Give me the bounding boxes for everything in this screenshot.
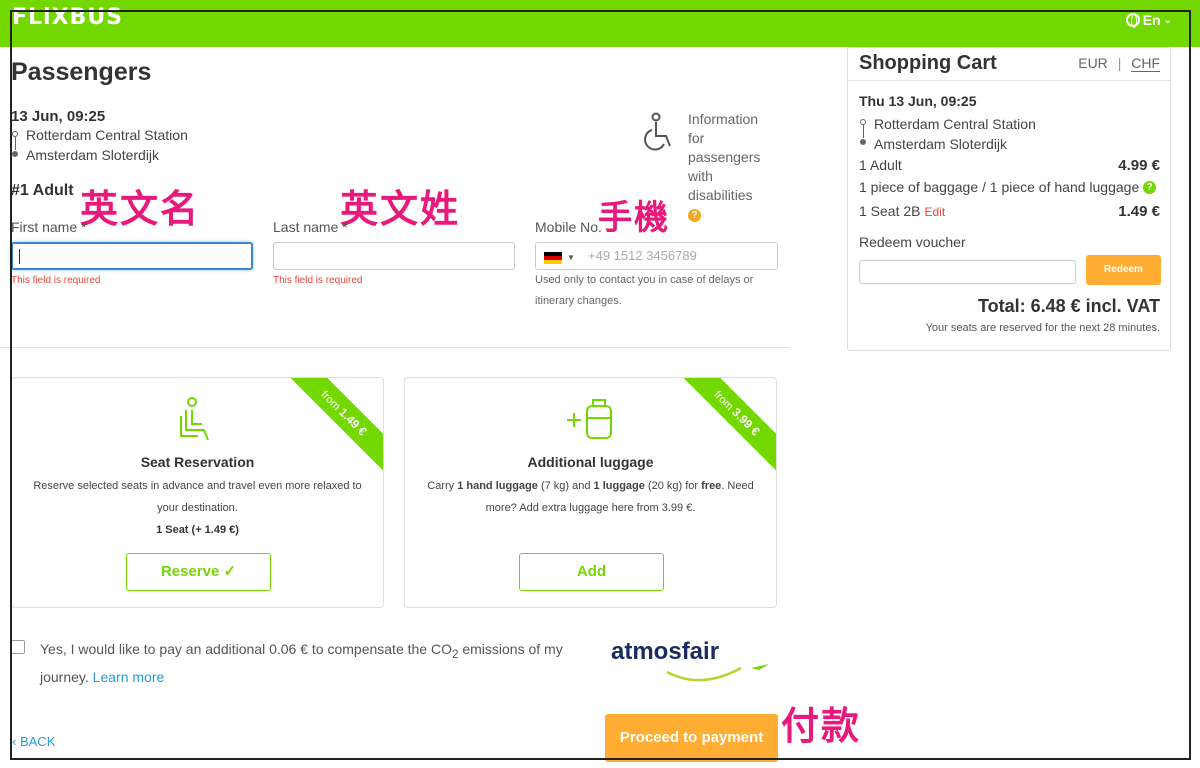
chevron-down-icon: ⌄ xyxy=(1163,14,1172,26)
trip-origin: Rotterdam Central Station xyxy=(26,127,188,143)
cart-destination: Amsterdam Sloterdijk xyxy=(874,136,1008,152)
luggage-card-description: Carry 1 hand luggage (7 kg) and 1 luggag… xyxy=(419,475,762,519)
accessibility-info[interactable]: Information for passengers with disabili… xyxy=(688,110,768,224)
help-icon[interactable]: ? xyxy=(688,208,701,222)
reserve-button[interactable]: Reserve ✓ xyxy=(126,553,271,591)
co2-checkbox[interactable] xyxy=(11,640,25,654)
add-luggage-button[interactable]: Add xyxy=(519,553,664,591)
trip-destination: Amsterdam Sloterdijk xyxy=(26,147,160,163)
add-luggage-icon xyxy=(405,396,776,449)
handwritten-note-payment: 付款 xyxy=(781,704,862,748)
destination-pin-icon xyxy=(12,151,18,157)
accessibility-info-text: Information for passengers with disabili… xyxy=(688,111,761,203)
voucher-input[interactable] xyxy=(859,260,1076,284)
section-divider xyxy=(0,347,790,348)
page-title: Passengers xyxy=(11,58,152,86)
luggage-desc-luggage: 1 luggage xyxy=(593,480,645,492)
currency-separator: | xyxy=(1117,55,1122,71)
mobile-hint: Used only to contact you in case of dela… xyxy=(535,274,754,307)
cart-title: Shopping Cart xyxy=(859,52,997,74)
back-link[interactable]: ‹ BACK xyxy=(12,734,55,749)
last-name-error: This field is required xyxy=(273,275,363,286)
cart-origin: Rotterdam Central Station xyxy=(874,116,1036,132)
last-name-label: Last name * xyxy=(273,219,348,235)
cart-seat-label: 1 Seat 2B xyxy=(859,203,921,219)
atmosfair-swoosh-icon xyxy=(666,664,769,682)
cart-adult-price: 4.99 € xyxy=(1118,157,1160,174)
luggage-desc-part: Carry xyxy=(427,480,458,492)
seat-icon xyxy=(12,396,383,449)
currency-eur[interactable]: EUR xyxy=(1078,55,1108,71)
route-line xyxy=(15,137,16,150)
currency-switcher: EUR | CHF xyxy=(1078,55,1160,72)
route-line xyxy=(863,125,864,138)
caret-down-icon[interactable]: ▼ xyxy=(567,245,575,271)
luggage-desc-hand: 1 hand luggage xyxy=(457,480,538,492)
cart-row-seat: 1 Seat 2B Edit 1.49 € xyxy=(859,203,1160,220)
cart-baggage-label: 1 piece of baggage / 1 piece of hand lug… xyxy=(859,179,1140,195)
wheelchair-icon[interactable] xyxy=(642,112,682,154)
redeem-button[interactable]: Redeem xyxy=(1086,255,1161,285)
atmosfair-logo-text: atmosfair xyxy=(611,638,720,665)
flixbus-logo[interactable]: FLiXBUS xyxy=(12,5,123,30)
mobile-input[interactable]: ▼ +49 1512 3456789 xyxy=(535,242,778,270)
last-name-input[interactable] xyxy=(273,242,515,270)
cart-trip-date: Thu 13 Jun, 09:25 xyxy=(859,93,977,109)
passenger-heading: #1 Adult xyxy=(11,182,74,199)
luggage-card: from 3.99 € Additional luggage Carry 1 h… xyxy=(404,377,777,608)
chevron-left-icon: ‹ xyxy=(12,734,17,749)
seat-card-desc-text: Reserve selected seats in advance and tr… xyxy=(33,480,362,514)
cart-seat-price: 1.49 € xyxy=(1118,203,1160,220)
atmosfair-logo[interactable]: atmosfair xyxy=(611,638,769,682)
handwritten-note-last-name: 英文姓 xyxy=(340,187,461,231)
luggage-desc-part: (7 kg) and xyxy=(537,480,594,492)
seat-card-description: Reserve selected seats in advance and tr… xyxy=(26,475,369,541)
seat-edit-link[interactable]: Edit xyxy=(925,205,946,219)
first-name-label: First name * xyxy=(11,219,87,235)
handwritten-note-first-name: 英文名 xyxy=(80,187,201,231)
luggage-card-title: Additional luggage xyxy=(527,454,654,470)
cart-row-baggage: 1 piece of baggage / 1 piece of hand lug… xyxy=(859,179,1160,195)
luggage-desc-part: (20 kg) for xyxy=(644,480,702,492)
language-selector[interactable]: En ⌄ xyxy=(1125,12,1172,28)
language-label: En xyxy=(1142,12,1161,28)
reservation-timer: Your seats are reserved for the next 28 … xyxy=(925,322,1160,334)
seat-card-title: Seat Reservation xyxy=(140,454,255,470)
luggage-desc-free: free xyxy=(701,480,722,492)
learn-more-link[interactable]: Learn more xyxy=(93,669,165,685)
co2-label: Yes, I would like to pay an additional 0… xyxy=(40,638,580,688)
cart-total: Total: 6.48 € incl. VAT xyxy=(977,296,1160,316)
proceed-to-payment-button[interactable]: Proceed to payment xyxy=(605,714,778,762)
co2-text-a: Yes, I would like to pay an additional 0… xyxy=(40,641,452,657)
cart-row-adult: 1 Adult 4.99 € xyxy=(859,157,1160,174)
handwritten-note-mobile: 手機 xyxy=(598,198,670,238)
trip-datetime: 13 Jun, 09:25 xyxy=(11,108,106,125)
cart-divider xyxy=(848,80,1170,81)
germany-flag-icon[interactable] xyxy=(544,252,562,264)
voucher-label: Redeem voucher xyxy=(859,234,966,250)
currency-chf[interactable]: CHF xyxy=(1131,55,1160,72)
mobile-placeholder: +49 1512 3456789 xyxy=(588,248,697,263)
top-bar: FLiXBUS En ⌄ xyxy=(0,0,1200,47)
shopping-cart: Shopping Cart EUR | CHF Thu 13 Jun, 09:2… xyxy=(847,47,1171,351)
text-cursor xyxy=(19,249,20,264)
baggage-help-icon[interactable]: ? xyxy=(1143,181,1157,194)
globe-icon xyxy=(1125,13,1140,28)
seat-reservation-card: from 1.49 € Seat Reservation Reserve sel… xyxy=(11,377,384,608)
first-name-error: This field is required xyxy=(11,275,101,286)
back-label: BACK xyxy=(19,734,56,749)
cart-adult-label: 1 Adult xyxy=(859,157,902,173)
seat-card-summary: 1 Seat (+ 1.49 €) xyxy=(156,524,239,536)
destination-pin-icon xyxy=(860,139,866,145)
first-name-input[interactable] xyxy=(11,242,253,270)
mobile-label: Mobile No. xyxy=(535,219,602,235)
